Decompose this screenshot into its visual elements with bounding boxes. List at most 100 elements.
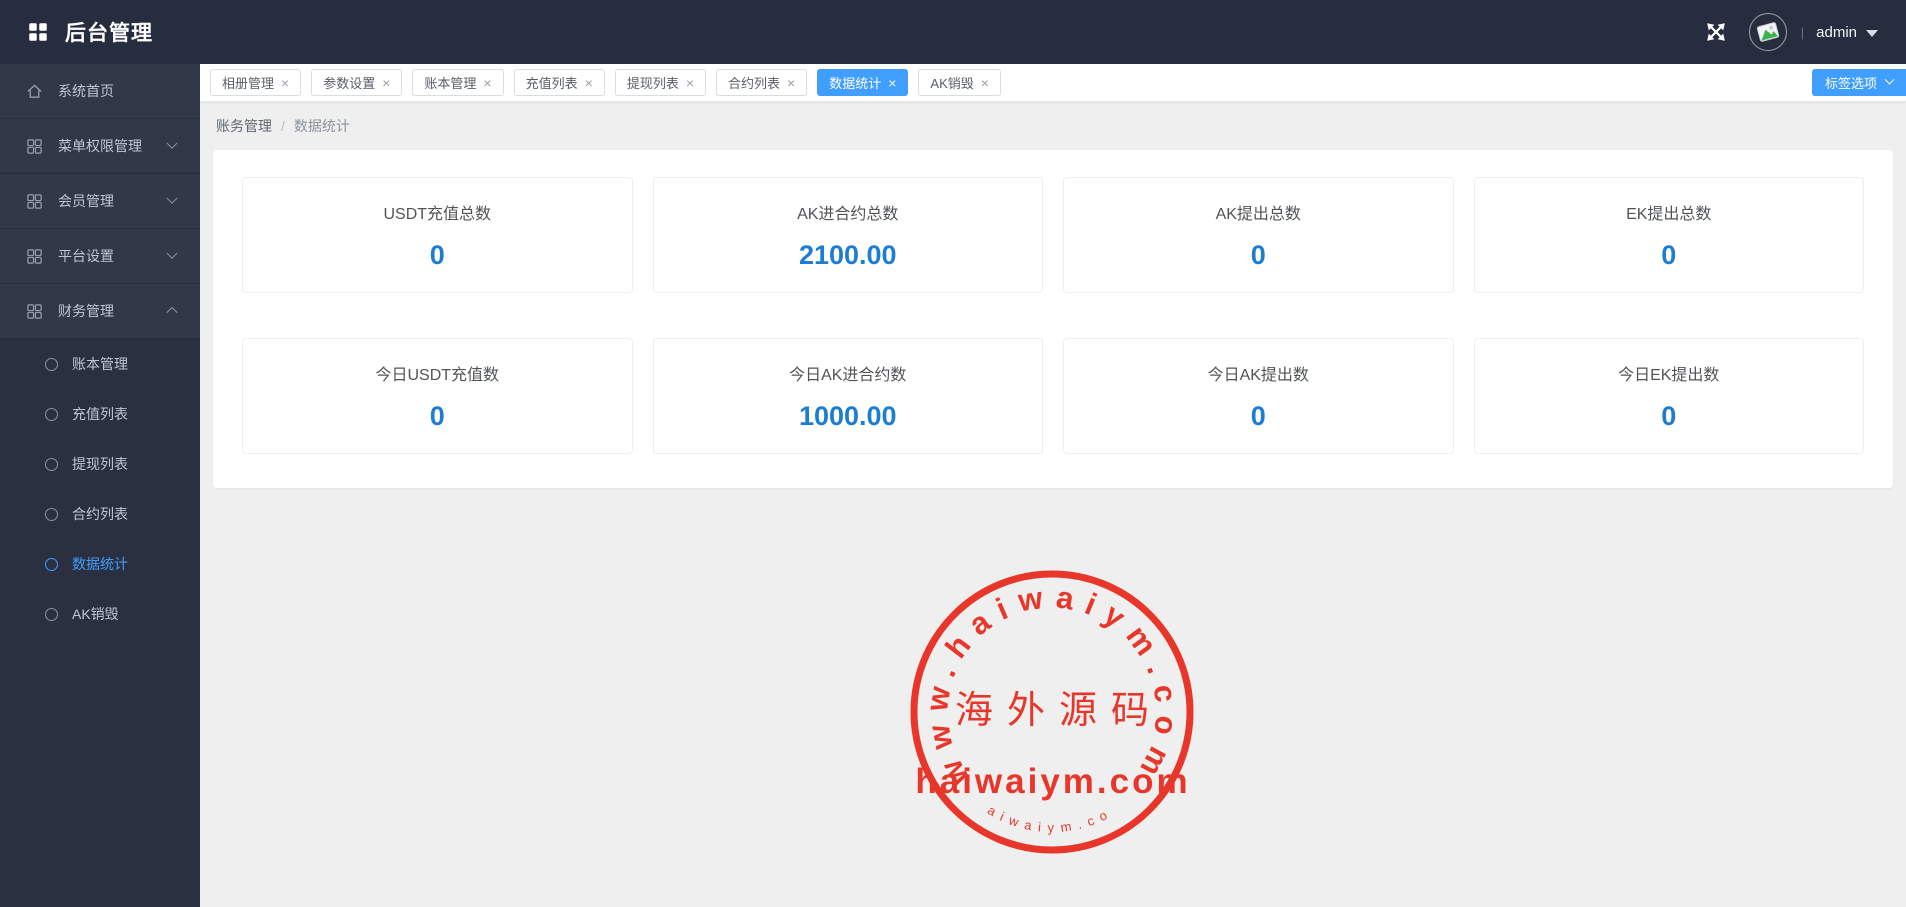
user-menu[interactable]: admin xyxy=(1816,24,1878,41)
tab-params[interactable]: 参数设置 × xyxy=(311,69,402,96)
tab-label: 相册管理 xyxy=(222,73,274,92)
tab-album-management[interactable]: 相册管理 × xyxy=(210,69,301,96)
chevron-up-icon xyxy=(166,307,177,318)
breadcrumb-parent[interactable]: 账务管理 xyxy=(216,116,272,136)
breadcrumb: 账务管理 / 数据统计 xyxy=(200,102,1906,150)
sidebar-subitem-label: 合约列表 xyxy=(72,504,128,524)
stat-card-usdt-recharge-total: USDT充值总数 0 xyxy=(242,177,633,293)
tab-label: AK销毁 xyxy=(930,73,973,92)
sidebar-item-label: 财务管理 xyxy=(58,301,114,321)
close-icon[interactable]: × xyxy=(686,76,694,90)
sidebar-subitem-label: 提现列表 xyxy=(72,454,128,474)
sidebar-subitem-data-stats[interactable]: 数据统计 xyxy=(0,539,200,589)
tab-recharge-list[interactable]: 充值列表 × xyxy=(514,69,605,96)
tab-bar-fade xyxy=(1771,64,1817,100)
chevron-down-icon xyxy=(166,138,177,149)
stat-card-ak-contract-total: AK进合约总数 2100.00 xyxy=(653,177,1044,293)
grid-icon xyxy=(26,193,43,210)
grid-icon xyxy=(26,303,43,320)
sidebar-item-label: 平台设置 xyxy=(58,246,114,266)
stamp-center-domain: haiwaiym.com xyxy=(915,762,1190,801)
sidebar-subitem-label: AK销毁 xyxy=(72,604,119,624)
circle-icon xyxy=(45,558,58,571)
home-icon xyxy=(26,83,43,100)
stat-value: 1000.00 xyxy=(799,401,897,432)
sidebar-item-label: 菜单权限管理 xyxy=(58,136,142,156)
circle-icon xyxy=(45,508,58,521)
sidebar-item-menu-permissions[interactable]: 菜单权限管理 xyxy=(0,119,200,174)
tab-contract-list[interactable]: 合约列表 × xyxy=(716,69,807,96)
sidebar-subitem-label: 数据统计 xyxy=(72,554,128,574)
stats-row-today: 今日USDT充值数 0 今日AK进合约数 1000.00 今日AK提出数 0 今… xyxy=(242,338,1864,454)
tab-data-stats[interactable]: 数据统计 × xyxy=(817,69,908,96)
sidebar-item-finance[interactable]: 财务管理 xyxy=(0,284,200,339)
circle-icon xyxy=(45,358,58,371)
stats-row-totals: USDT充值总数 0 AK进合约总数 2100.00 AK提出总数 0 EK提出… xyxy=(242,177,1864,293)
close-icon[interactable]: × xyxy=(981,76,989,90)
stats-panel: USDT充值总数 0 AK进合约总数 2100.00 AK提出总数 0 EK提出… xyxy=(213,150,1893,488)
sidebar-item-label: 会员管理 xyxy=(58,191,114,211)
stat-value: 2100.00 xyxy=(799,240,897,271)
chevron-down-icon xyxy=(1885,75,1895,85)
stat-title: EK提出总数 xyxy=(1626,200,1711,224)
close-icon[interactable]: × xyxy=(787,76,795,90)
tab-options-button[interactable]: 标签选项 xyxy=(1812,69,1906,96)
username: admin xyxy=(1816,24,1857,41)
sidebar-subitem-ak-destroy[interactable]: AK销毁 xyxy=(0,589,200,639)
fullscreen-icon[interactable] xyxy=(1705,21,1727,43)
stat-card-today-ek-withdraw: 今日EK提出数 0 xyxy=(1474,338,1865,454)
stat-value: 0 xyxy=(430,401,445,432)
stat-value: 0 xyxy=(1661,240,1676,271)
sidebar-item-label: 系统首页 xyxy=(58,81,114,101)
stat-title: 今日EK提出数 xyxy=(1618,361,1719,385)
stat-card-ek-withdraw-total: EK提出总数 0 xyxy=(1474,177,1865,293)
close-icon[interactable]: × xyxy=(888,76,896,90)
breadcrumb-current: 数据统计 xyxy=(294,116,350,136)
tab-withdraw-list[interactable]: 提现列表 × xyxy=(615,69,706,96)
stat-card-today-usdt-recharge: 今日USDT充值数 0 xyxy=(242,338,633,454)
tab-label: 参数设置 xyxy=(323,73,375,92)
grid-logo-icon xyxy=(28,22,48,42)
tab-ak-destroy[interactable]: AK销毁 × xyxy=(918,69,1001,96)
stat-title: 今日AK提出数 xyxy=(1208,361,1309,385)
tab-label: 数据统计 xyxy=(829,73,881,92)
sidebar-subitem-label: 充值列表 xyxy=(72,404,128,424)
sidebar-item-home[interactable]: 系统首页 xyxy=(0,64,200,119)
sidebar-subitem-withdraw-list[interactable]: 提现列表 xyxy=(0,439,200,489)
sidebar-subitem-label: 账本管理 xyxy=(72,354,128,374)
stat-title: AK提出总数 xyxy=(1216,200,1301,224)
tab-options-label: 标签选项 xyxy=(1825,73,1877,92)
grid-icon xyxy=(26,248,43,265)
close-icon[interactable]: × xyxy=(281,76,289,90)
sidebar-subitem-recharge-list[interactable]: 充值列表 xyxy=(0,389,200,439)
stat-card-today-ak-withdraw: 今日AK提出数 0 xyxy=(1063,338,1454,454)
tab-bar: 相册管理 × 参数设置 × 账本管理 × 充值列表 × 提现列表 × 合约列表 … xyxy=(200,64,1906,102)
sidebar-item-platform-settings[interactable]: 平台设置 xyxy=(0,229,200,284)
circle-icon xyxy=(45,408,58,421)
stat-title: 今日USDT充值数 xyxy=(375,361,499,385)
tab-ledger[interactable]: 账本管理 × xyxy=(412,69,503,96)
caret-down-icon xyxy=(1866,30,1878,37)
close-icon[interactable]: × xyxy=(382,76,390,90)
stat-title: AK进合约总数 xyxy=(797,200,898,224)
tab-label: 充值列表 xyxy=(526,73,578,92)
circle-icon xyxy=(45,458,58,471)
app-title: 后台管理 xyxy=(65,17,153,47)
stat-value: 0 xyxy=(430,240,445,271)
stat-value: 0 xyxy=(1661,401,1676,432)
close-icon[interactable]: × xyxy=(483,76,491,90)
sidebar-subitem-contract-list[interactable]: 合约列表 xyxy=(0,489,200,539)
sidebar-item-members[interactable]: 会员管理 xyxy=(0,174,200,229)
watermark-stamp: www.haiwaiym.com 海外源码 haiwaiym.com haiwa… xyxy=(907,567,1197,857)
sidebar-subitem-ledger[interactable]: 账本管理 xyxy=(0,339,200,389)
close-icon[interactable]: × xyxy=(585,76,593,90)
stat-title: USDT充值总数 xyxy=(383,200,491,224)
stat-value: 0 xyxy=(1251,401,1266,432)
avatar[interactable] xyxy=(1749,13,1787,51)
stat-card-today-ak-contract: 今日AK进合约数 1000.00 xyxy=(653,338,1044,454)
chevron-down-icon xyxy=(166,248,177,259)
chevron-down-icon xyxy=(166,193,177,204)
avatar-placeholder-icon xyxy=(1751,15,1785,49)
stat-title: 今日AK进合约数 xyxy=(789,361,906,385)
app-logo: 后台管理 xyxy=(0,17,200,47)
